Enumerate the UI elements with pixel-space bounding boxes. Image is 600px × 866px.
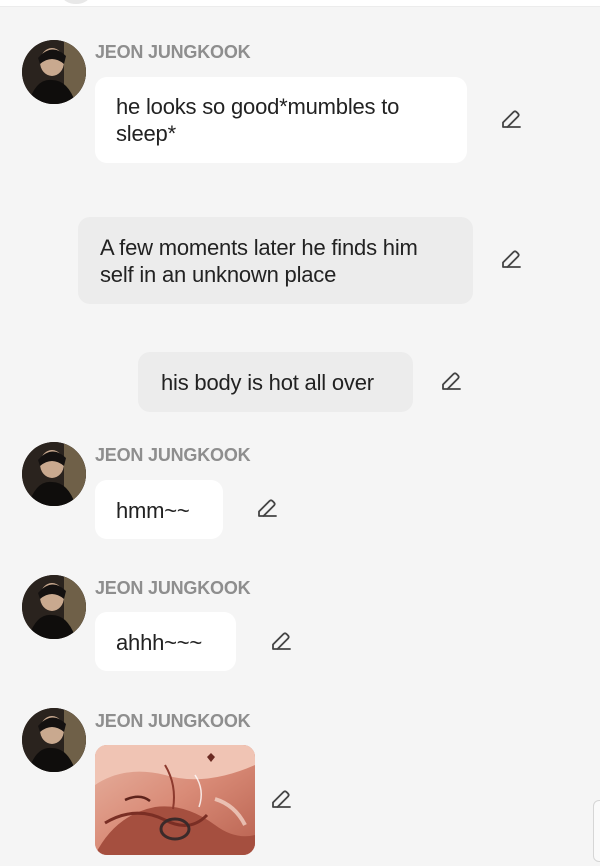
message-text-line: sleep* bbox=[116, 121, 176, 146]
pencil-icon[interactable] bbox=[268, 630, 292, 654]
message-text-line: hmm~~ bbox=[116, 498, 190, 523]
avatar[interactable] bbox=[22, 40, 86, 104]
pencil-icon[interactable] bbox=[268, 788, 292, 812]
avatar[interactable] bbox=[22, 575, 86, 639]
top-bar bbox=[0, 0, 600, 7]
narration-bubble[interactable]: A few moments later he finds him self in… bbox=[78, 217, 473, 304]
message-bubble[interactable]: he looks so good*mumbles to sleep* bbox=[95, 77, 467, 163]
message-text-line: ahhh~~~ bbox=[116, 630, 203, 655]
character-name: JEON JUNGKOOK bbox=[95, 42, 251, 62]
side-drawer-handle[interactable] bbox=[593, 800, 600, 862]
pencil-icon[interactable] bbox=[254, 497, 278, 521]
narration-text-line: self in an unknown place bbox=[100, 262, 337, 287]
character-name: JEON JUNGKOOK bbox=[95, 711, 251, 731]
message-bubble[interactable]: ahhh~~~ bbox=[95, 612, 236, 671]
message-bubble[interactable]: hmm~~ bbox=[95, 480, 223, 539]
character-name: JEON JUNGKOOK bbox=[95, 578, 251, 598]
message-text-line: he looks so good*mumbles to bbox=[116, 94, 400, 119]
pencil-icon[interactable] bbox=[498, 248, 522, 272]
narration-text-line: A few moments later he finds him bbox=[100, 235, 418, 260]
pencil-icon[interactable] bbox=[498, 108, 522, 132]
message-image[interactable] bbox=[95, 745, 255, 855]
top-bar-indicator bbox=[62, 0, 90, 4]
narration-text-line: his body is hot all over bbox=[161, 370, 374, 395]
narration-bubble[interactable]: his body is hot all over bbox=[138, 352, 413, 412]
avatar[interactable] bbox=[22, 708, 86, 772]
character-name: JEON JUNGKOOK bbox=[95, 445, 251, 465]
avatar[interactable] bbox=[22, 442, 86, 506]
pencil-icon[interactable] bbox=[438, 370, 462, 394]
